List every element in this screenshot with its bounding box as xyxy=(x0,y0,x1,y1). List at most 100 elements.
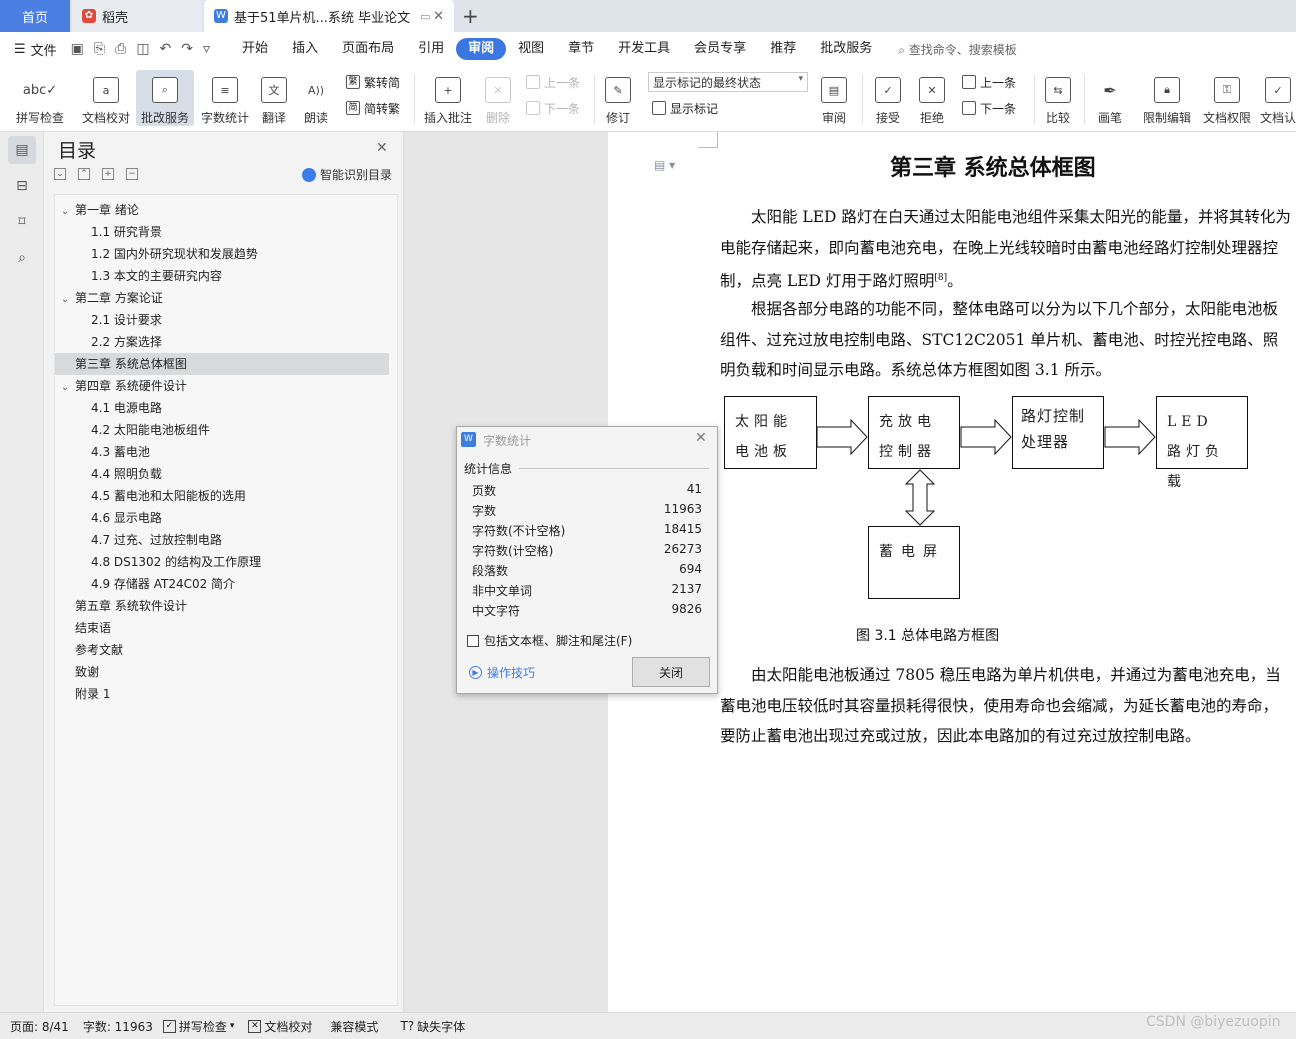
toc-item[interactable]: 致谢 xyxy=(55,661,389,683)
expand-up-icon[interactable]: ⌃ xyxy=(78,168,90,180)
toc-item[interactable]: 4.4 照明负载 xyxy=(55,463,389,485)
toc-item[interactable]: 第五章 系统软件设计 xyxy=(55,595,389,617)
missing-font[interactable]: T? 缺失字体 xyxy=(400,1018,465,1035)
menu-item[interactable]: 引用 xyxy=(406,38,456,60)
menu-item[interactable]: 开发工具 xyxy=(606,38,682,60)
smart-toc-button[interactable]: 智能识别目录 xyxy=(302,166,392,183)
toc-item[interactable]: 1.3 本文的主要研究内容 xyxy=(55,265,389,287)
remove-heading-icon[interactable]: − xyxy=(126,168,138,180)
add-heading-icon[interactable]: + xyxy=(102,168,114,180)
collapse-all-icon[interactable]: ⌄ xyxy=(54,168,66,180)
chapter-nav-icon[interactable]: ⊟ xyxy=(8,172,36,200)
include-textbox-checkbox[interactable]: 包括文本框、脚注和尾注(F) xyxy=(467,632,632,649)
menu-item[interactable]: 插入 xyxy=(280,38,330,60)
toc-item[interactable]: 第三章 系统总体框图 xyxy=(55,353,389,375)
insert-comment-button[interactable]: + 插入批注 xyxy=(422,70,474,126)
prev-comment-button[interactable]: 上一条 xyxy=(526,72,580,92)
chevron-down-icon[interactable]: ⌄ xyxy=(61,289,75,311)
compatibility-mode[interactable]: 兼容模式 xyxy=(330,1018,378,1035)
close-tab-icon[interactable]: ✕ xyxy=(433,9,444,24)
undo-icon[interactable]: ↶ xyxy=(160,41,172,57)
pin-icon[interactable]: ▭ xyxy=(420,10,430,23)
toc-item[interactable]: 4.6 显示电路 xyxy=(55,507,389,529)
markup-state-value: 显示标记的最终状态 xyxy=(653,76,762,90)
status-spell-check[interactable]: ✓ 拼写检查 ▾ xyxy=(162,1018,234,1035)
toc-item[interactable]: ⌄ 第一章 绪论 xyxy=(55,199,389,221)
close-icon[interactable]: ✕ xyxy=(695,430,707,446)
chevron-down-icon[interactable]: ⌄ xyxy=(61,377,75,399)
reject-button[interactable]: ✕ 拒绝 xyxy=(914,70,950,126)
export-icon[interactable]: ⎘ xyxy=(94,41,105,57)
toc-item[interactable]: 参考文献 xyxy=(55,639,389,661)
document-certify-button[interactable]: ✓ 文档认 xyxy=(1260,70,1296,126)
proofread-label: 文档校对 xyxy=(81,111,130,125)
toc-item[interactable]: ⌄ 第二章 方案论证 xyxy=(55,287,389,309)
trad-to-simp-button[interactable]: 繁 繁转简 xyxy=(346,72,400,92)
menu-item[interactable]: 开始 xyxy=(230,38,280,60)
file-menu[interactable]: ☰ 文件 xyxy=(14,40,57,59)
correction-service-button[interactable]: ⌕ 批改服务 xyxy=(136,70,194,126)
outline-icon[interactable]: ▤ xyxy=(8,136,36,164)
save-icon[interactable]: ▣ xyxy=(71,41,84,57)
tab-daoke[interactable]: ✿ 稻壳 xyxy=(72,0,202,32)
menu-item[interactable]: 章节 xyxy=(556,38,606,60)
toc-item[interactable]: 4.1 电源电路 xyxy=(55,397,389,419)
close-button[interactable]: 关闭 xyxy=(632,657,710,687)
preview-icon[interactable]: ◫ xyxy=(136,41,149,57)
document-permission-button[interactable]: ⚿ 文档权限 xyxy=(1200,70,1254,126)
review-pane-button[interactable]: ▤ 审阅 xyxy=(816,70,852,126)
toc-item[interactable]: 4.8 DS1302 的结构及工作原理 xyxy=(55,551,389,573)
restrict-editing-button[interactable]: 🔒︎ 限制编辑 xyxy=(1140,70,1194,126)
tab-document[interactable]: W 基于51单片机...系统 毕业论文 ▭ ✕ xyxy=(204,0,454,32)
toc-item[interactable]: 附录 1 xyxy=(55,683,389,705)
bookmark-icon[interactable]: ⌑ xyxy=(8,208,36,236)
compare-button[interactable]: ⇆ 比较 xyxy=(1040,70,1076,126)
delete-comment-button[interactable]: ✕ 删除 xyxy=(480,70,516,126)
toc-item[interactable]: 1.2 国内外研究现状和发展趋势 xyxy=(55,243,389,265)
next-change-button[interactable]: 下一条 xyxy=(962,98,1016,118)
redo-icon[interactable]: ↷ xyxy=(181,41,193,57)
spell-check-button[interactable]: abc✓ 拼写检查 xyxy=(10,70,70,126)
tips-link[interactable]: ▶ 操作技巧 xyxy=(469,664,535,681)
chevron-down-icon[interactable]: ⌄ xyxy=(61,201,75,223)
toc-item[interactable]: 2.2 方案选择 xyxy=(55,331,389,353)
menu-item[interactable]: 页面布局 xyxy=(330,38,406,60)
menu-item[interactable]: 批改服务 xyxy=(808,38,884,60)
menu-item[interactable]: 推荐 xyxy=(758,38,808,60)
menu-item[interactable]: 审阅 xyxy=(456,38,507,60)
menu-item[interactable]: 会员专享 xyxy=(682,38,758,60)
toc-item[interactable]: 4.7 过充、过放控制电路 xyxy=(55,529,389,551)
show-markup-button[interactable]: 显示标记 xyxy=(652,98,718,118)
toc-item[interactable]: 4.3 蓄电池 xyxy=(55,441,389,463)
toc-item[interactable]: 结束语 xyxy=(55,617,389,639)
menu-item[interactable]: 视图 xyxy=(506,38,556,60)
read-aloud-button[interactable]: A)) 朗读 xyxy=(298,70,334,126)
track-changes-button[interactable]: ✎ 修订 xyxy=(600,70,636,126)
status-proofread[interactable]: ✕ 文档校对 xyxy=(248,1018,312,1035)
toc-item[interactable]: 4.9 存储器 AT24C02 简介 xyxy=(55,573,389,595)
translate-button[interactable]: 文 翻译 xyxy=(256,70,292,126)
command-search[interactable]: ⌕ 查找命令、搜索模板 xyxy=(898,41,1017,58)
toc-item[interactable]: 4.2 太阳能电池板组件 xyxy=(55,419,389,441)
page-indicator[interactable]: 页面: 8/41 xyxy=(10,1018,69,1035)
proofread-button[interactable]: a 文档校对 xyxy=(78,70,134,126)
new-tab-icon[interactable]: + xyxy=(462,4,479,28)
search-icon[interactable]: ⌕ xyxy=(8,244,36,272)
translate-label: 翻译 xyxy=(261,111,286,125)
tab-home[interactable]: 首页 xyxy=(0,0,70,32)
print-icon[interactable]: ⎙ xyxy=(115,41,126,57)
markup-state-select[interactable]: 显示标记的最终状态 ▾ xyxy=(648,72,808,92)
pen-button[interactable]: ✒ 画笔 xyxy=(1092,70,1128,126)
simp-to-trad-button[interactable]: 简 简转繁 xyxy=(346,98,400,118)
close-icon[interactable]: ✕ xyxy=(376,140,388,156)
prev-change-button[interactable]: 上一条 xyxy=(962,72,1016,92)
word-count-indicator[interactable]: 字数: 11963 xyxy=(83,1018,153,1035)
word-count-button[interactable]: ≡ 字数统计 xyxy=(198,70,252,126)
toc-item[interactable]: ⌄ 第四章 系统硬件设计 xyxy=(55,375,389,397)
accept-button[interactable]: ✓ 接受 xyxy=(870,70,906,126)
toc-item[interactable]: 4.5 蓄电池和太阳能板的选用 xyxy=(55,485,389,507)
toc-item[interactable]: 2.1 设计要求 xyxy=(55,309,389,331)
next-comment-button[interactable]: 下一条 xyxy=(526,98,580,118)
more-icon[interactable]: ▿ xyxy=(203,41,210,57)
toc-item[interactable]: 1.1 研究背景 xyxy=(55,221,389,243)
